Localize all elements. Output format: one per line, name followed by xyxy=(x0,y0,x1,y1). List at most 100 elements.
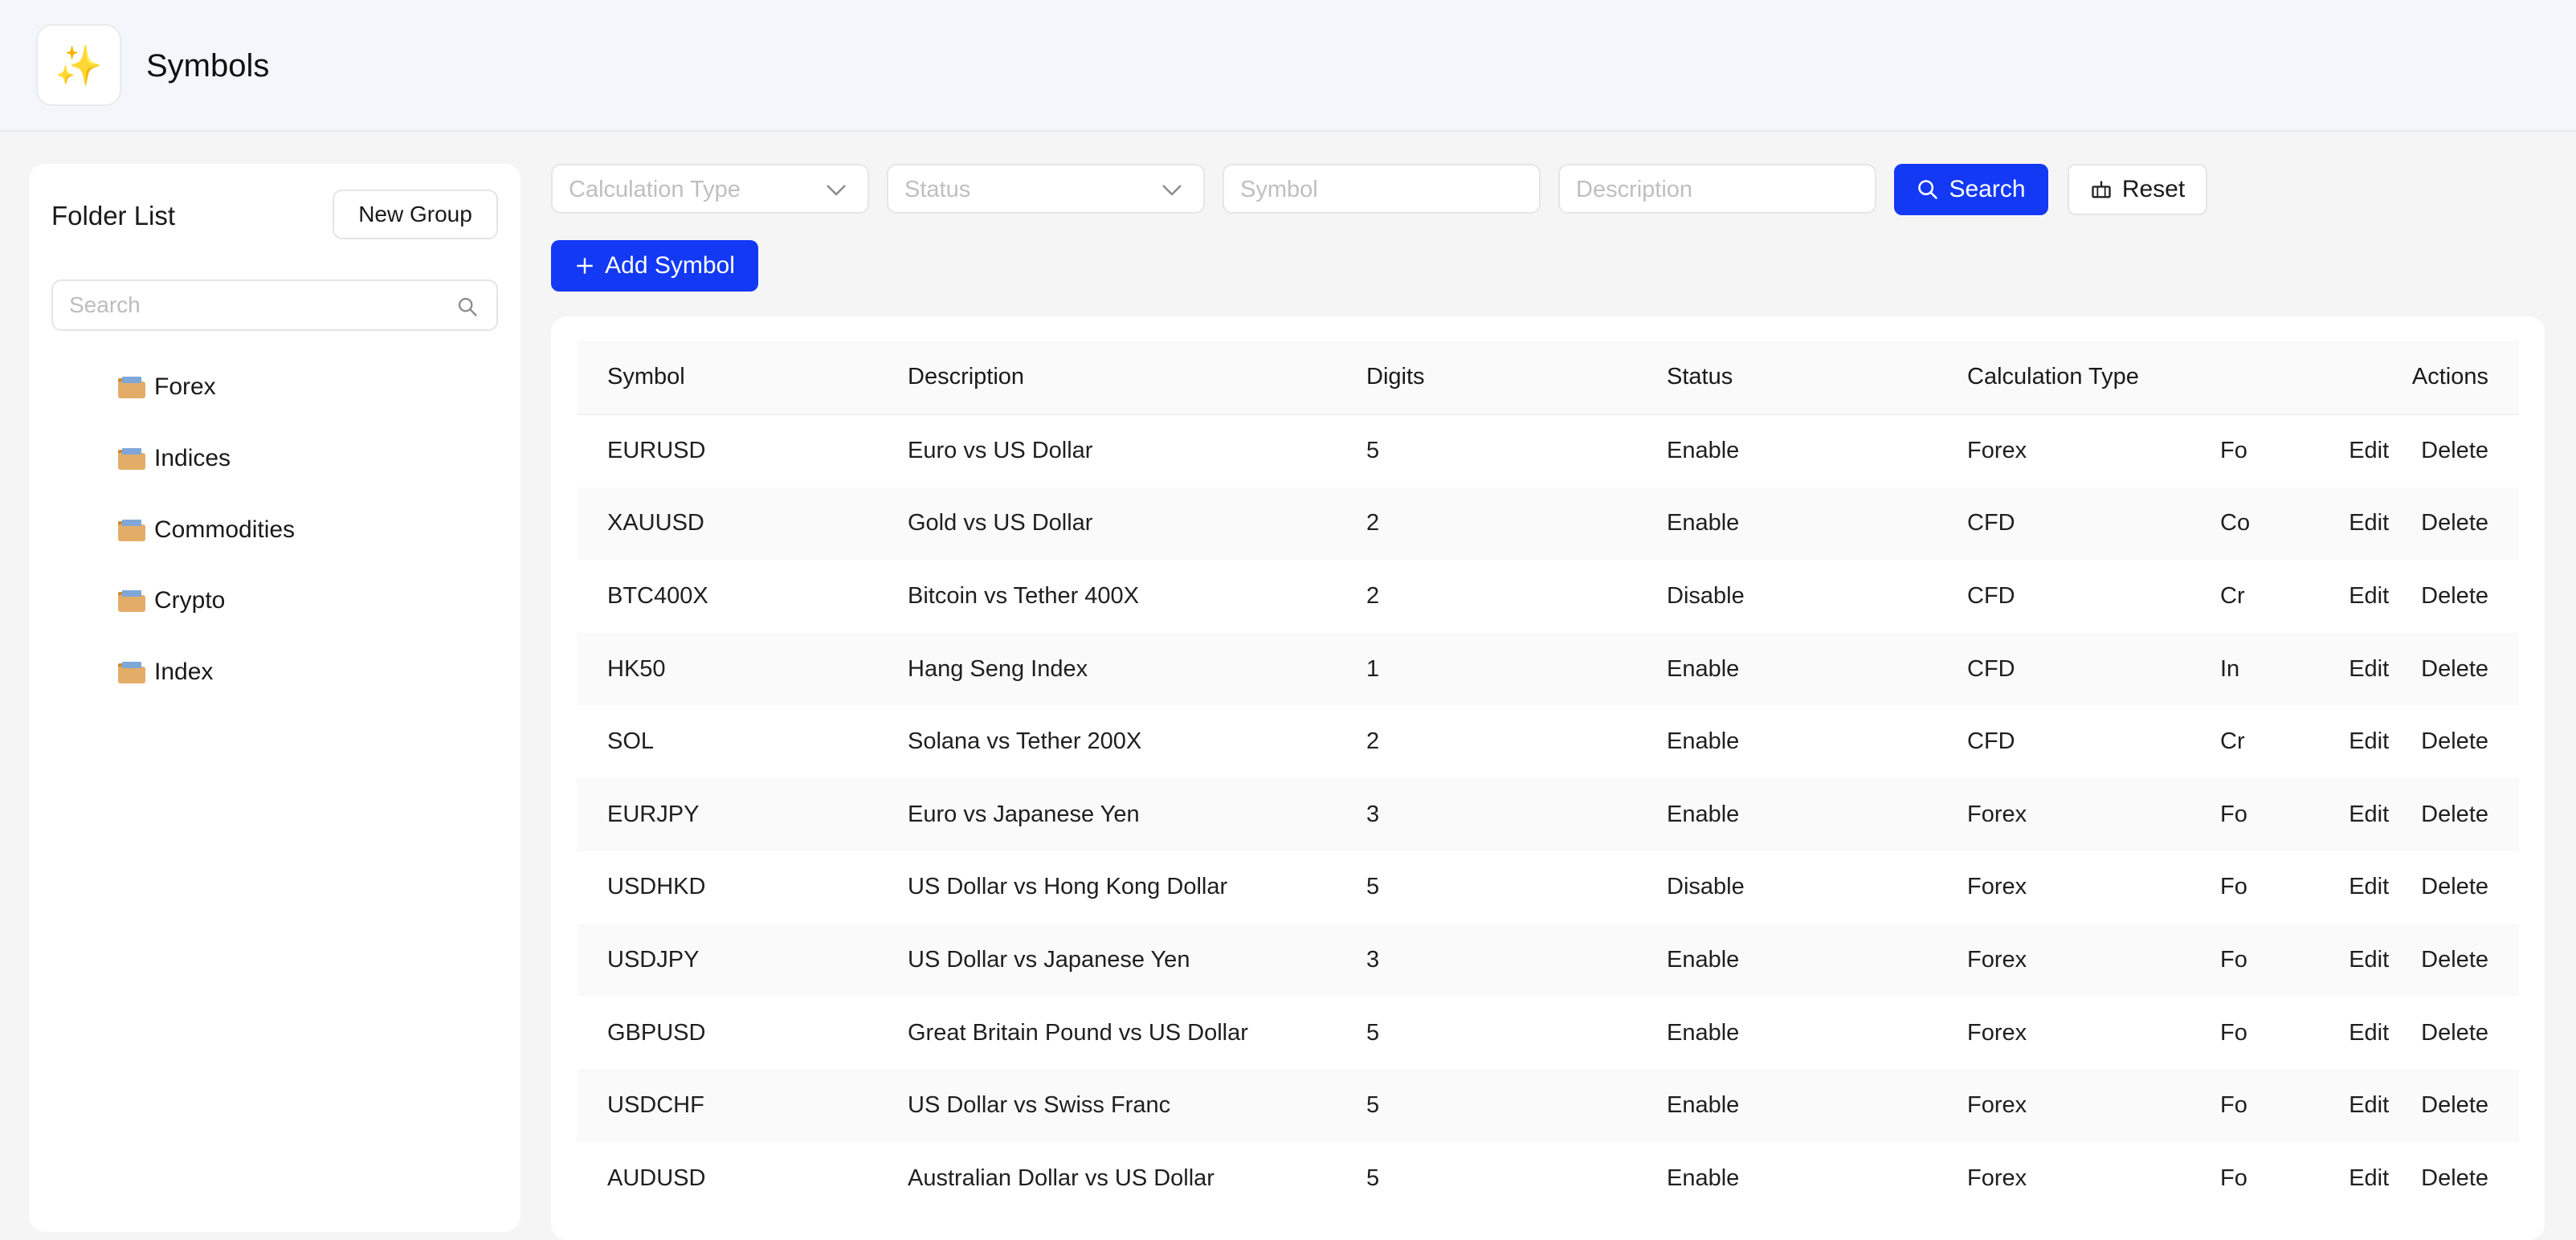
folder-item-crypto[interactable]: Crypto xyxy=(117,577,225,625)
cell-hidden-column: Fo xyxy=(2220,777,2268,851)
cell-status: Disable xyxy=(1636,560,1937,633)
search-button[interactable]: Search xyxy=(1894,164,2048,215)
table-row: SOL Solana vs Tether 200X 2 Enable CFD Cr Edit… xyxy=(577,705,2519,778)
calculation-type-select[interactable]: Calculation Type xyxy=(551,164,869,214)
cell-hidden-column: Cr xyxy=(2220,705,2268,778)
delete-link[interactable]: Delete xyxy=(2421,583,2488,609)
folder-label: Indices xyxy=(154,445,231,471)
add-symbol-button[interactable]: Add Symbol xyxy=(551,240,758,292)
edit-link[interactable]: Edit xyxy=(2349,1020,2389,1046)
sparkles-logo-icon: ✨ xyxy=(36,24,121,106)
folder-item-indices[interactable]: Indices xyxy=(117,434,231,483)
cell-symbol: GBPUSD xyxy=(577,996,877,1070)
delete-link[interactable]: Delete xyxy=(2421,802,2488,827)
status-select[interactable]: Status xyxy=(887,164,1205,214)
cell-digits: 3 xyxy=(1336,777,1636,851)
select-placeholder: Calculation Type xyxy=(569,177,741,202)
delete-link[interactable]: Delete xyxy=(2421,1020,2488,1046)
cell-hidden-column: Fo xyxy=(2220,996,2268,1070)
cell-actions: Edit Delete xyxy=(2268,1141,2519,1215)
folder-search-input[interactable] xyxy=(69,289,439,321)
cell-description: Great Britain Pound vs US Dollar xyxy=(877,996,1336,1070)
search-icon[interactable] xyxy=(456,296,479,318)
delete-link[interactable]: Delete xyxy=(2421,1092,2488,1118)
edit-link[interactable]: Edit xyxy=(2349,1165,2389,1191)
cell-calculation-type: Forex xyxy=(1937,1141,2220,1215)
cell-calculation-type: CFD xyxy=(1937,705,2220,778)
cell-digits: 3 xyxy=(1336,924,1636,997)
description-input[interactable]: Description xyxy=(1558,164,1876,214)
delete-link[interactable]: Delete xyxy=(2421,438,2488,463)
delete-link[interactable]: Delete xyxy=(2421,947,2488,973)
edit-link[interactable]: Edit xyxy=(2349,438,2389,463)
column-header-digits[interactable]: Digits xyxy=(1336,341,1636,415)
folder-item-index[interactable]: Index xyxy=(117,648,213,696)
edit-link[interactable]: Edit xyxy=(2349,728,2389,754)
cell-calculation-type: Forex xyxy=(1937,850,2220,924)
cell-actions: Edit Delete xyxy=(2268,996,2519,1070)
folder-label: Index xyxy=(154,659,214,685)
cell-symbol: EURJPY xyxy=(577,777,877,851)
cell-hidden-column: Fo xyxy=(2220,414,2268,487)
reset-button[interactable]: Reset xyxy=(2068,164,2207,215)
cell-description: Euro vs US Dollar xyxy=(877,414,1336,487)
folder-icon xyxy=(118,448,145,470)
column-header-status[interactable]: Status xyxy=(1636,341,1937,415)
plus-icon xyxy=(577,258,593,274)
edit-link[interactable]: Edit xyxy=(2349,947,2389,973)
edit-link[interactable]: Edit xyxy=(2349,1092,2389,1118)
cell-digits: 5 xyxy=(1336,850,1636,924)
cell-status: Enable xyxy=(1636,705,1937,778)
table-row: EURJPY Euro vs Japanese Yen 3 Enable Forex Fo… xyxy=(577,777,2519,851)
cell-digits: 2 xyxy=(1336,705,1636,778)
cell-description: US Dollar vs Japanese Yen xyxy=(877,924,1336,997)
symbols-table: Symbol Description Digits Status Calcula… xyxy=(577,341,2519,1224)
folder-icon xyxy=(118,520,145,541)
cell-actions: Edit Delete xyxy=(2268,850,2519,924)
column-header-actions: Actions xyxy=(2268,341,2519,415)
folder-icon xyxy=(118,662,145,683)
cell-calculation-type: CFD xyxy=(1937,632,2220,706)
cell-hidden-column: Fo xyxy=(2220,850,2268,924)
column-header-symbol[interactable]: Symbol xyxy=(577,341,877,415)
folder-item-forex[interactable]: Forex xyxy=(117,363,216,411)
table-row: USDHKD US Dollar vs Hong Kong Dollar 5 Disa… xyxy=(577,850,2519,924)
edit-link[interactable]: Edit xyxy=(2349,874,2389,899)
delete-link[interactable]: Delete xyxy=(2421,1165,2488,1191)
cell-symbol: SOL xyxy=(577,705,877,778)
cell-hidden-column: Co xyxy=(2220,487,2268,561)
cell-description: Gold vs US Dollar xyxy=(877,487,1336,561)
new-group-button[interactable]: New Group xyxy=(333,190,498,239)
table-header-row: Symbol Description Digits Status Calcula… xyxy=(577,341,2519,415)
cell-description: Solana vs Tether 200X xyxy=(877,705,1336,778)
edit-link[interactable]: Edit xyxy=(2349,583,2389,609)
delete-link[interactable]: Delete xyxy=(2421,728,2488,754)
cell-actions: Edit Delete xyxy=(2268,560,2519,633)
edit-link[interactable]: Edit xyxy=(2349,656,2389,682)
column-header-calculation-type[interactable]: Calculation Type xyxy=(1937,341,2220,415)
column-header-description[interactable]: Description xyxy=(877,341,1336,415)
cell-calculation-type: CFD xyxy=(1937,487,2220,561)
table-row: EURUSD Euro vs US Dollar 5 Enable Forex Fo Edi… xyxy=(577,414,2519,487)
table-row: GBPUSD Great Britain Pound vs US Dollar 5 E… xyxy=(577,996,2519,1070)
folder-label: Crypto xyxy=(154,587,226,614)
symbol-input[interactable]: Symbol xyxy=(1223,164,1541,214)
delete-link[interactable]: Delete xyxy=(2421,874,2488,899)
cell-symbol: HK50 xyxy=(577,632,877,706)
cell-symbol: EURUSD xyxy=(577,414,877,487)
cell-status: Enable xyxy=(1636,632,1937,706)
cell-digits: 5 xyxy=(1336,1069,1636,1142)
cell-actions: Edit Delete xyxy=(2268,924,2519,997)
cell-status: Enable xyxy=(1636,414,1937,487)
cell-symbol: AUDUSD xyxy=(577,1141,877,1215)
cell-status: Enable xyxy=(1636,996,1937,1070)
folder-item-commodities[interactable]: Commodities xyxy=(117,506,295,554)
delete-link[interactable]: Delete xyxy=(2421,510,2488,536)
edit-link[interactable]: Edit xyxy=(2349,510,2389,536)
cell-description: Hang Seng Index xyxy=(877,632,1336,706)
edit-link[interactable]: Edit xyxy=(2349,802,2389,827)
delete-link[interactable]: Delete xyxy=(2421,656,2488,682)
chevron-down-icon xyxy=(827,185,846,196)
folder-search-field[interactable] xyxy=(51,279,498,331)
cell-hidden-column: Cr xyxy=(2220,560,2268,633)
